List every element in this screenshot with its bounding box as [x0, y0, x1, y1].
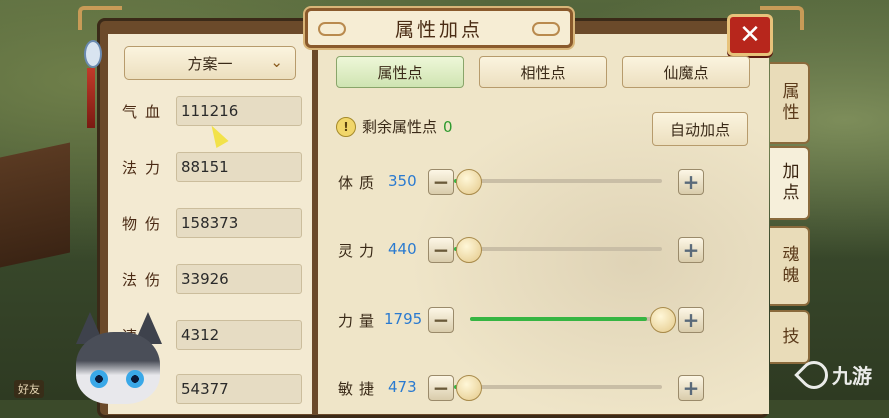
attr-label: 敏捷: [338, 380, 381, 398]
stat-row-physical-damage: 物伤 158373: [122, 208, 302, 238]
pet-avatar[interactable]: [66, 312, 166, 404]
slider-thumb[interactable]: [456, 169, 482, 195]
watermark-icon: [794, 354, 834, 395]
stat-value: 158373: [176, 208, 302, 238]
side-tab-soul[interactable]: 魂魄: [770, 226, 810, 306]
increase-button[interactable]: +: [678, 237, 704, 263]
watermark-text: 九游: [832, 364, 872, 388]
page-title: 属性加点: [394, 18, 483, 41]
attr-value: 440: [388, 240, 417, 258]
attr-row-strength: 力量 1795 − +: [338, 305, 708, 335]
increase-button[interactable]: +: [678, 375, 704, 401]
tab-immortal-points[interactable]: 仙魔点: [622, 56, 750, 88]
remaining-label: 剩余属性点: [362, 118, 438, 136]
tab-label: 仙魔点: [663, 63, 709, 82]
stat-row-magic-damage: 法伤 33926: [122, 264, 302, 294]
background-house: [0, 142, 70, 268]
stat-value: 88151: [176, 152, 302, 182]
attr-label: 力量: [338, 312, 381, 330]
attr-value: 473: [388, 378, 417, 396]
attr-row-agility: 敏捷 473 − +: [338, 373, 708, 403]
slider-thumb[interactable]: [456, 237, 482, 263]
auto-allocate-label: 自动加点: [669, 120, 730, 139]
attr-value: 350: [388, 172, 417, 190]
plan-selected-value: 方案一: [187, 54, 233, 73]
watermark-logo: 九游: [794, 354, 872, 395]
remaining-value: 0: [443, 117, 453, 136]
side-tab-label: 技: [778, 326, 799, 348]
close-button[interactable]: ✕: [727, 14, 773, 56]
slider-track[interactable]: [454, 385, 662, 389]
stat-label: 气血: [122, 102, 169, 121]
side-tab-label: 加点: [778, 162, 799, 204]
side-tab-add-points[interactable]: 加点: [770, 146, 810, 220]
pet-eye: [90, 370, 108, 388]
plan-dropdown[interactable]: 方案一 ⌄: [124, 46, 296, 80]
pet-head: [76, 332, 160, 404]
attr-value: 1795: [384, 310, 423, 328]
stat-label: 法力: [122, 158, 169, 177]
charm-decoration: [84, 40, 102, 130]
slider-track[interactable]: [454, 179, 662, 183]
charm-knot: [84, 40, 102, 68]
tab-label: 相性点: [520, 63, 566, 82]
increase-button[interactable]: +: [678, 169, 704, 195]
decrease-button[interactable]: −: [428, 307, 454, 333]
slider-thumb[interactable]: [456, 375, 482, 401]
auto-allocate-button[interactable]: 自动加点: [652, 112, 748, 146]
warning-icon: !: [336, 116, 356, 137]
slider-track[interactable]: [454, 247, 662, 251]
chevron-down-icon: ⌄: [270, 53, 283, 71]
points-column: [318, 34, 769, 414]
stat-label: 法伤: [122, 270, 169, 289]
increase-button[interactable]: +: [678, 307, 704, 333]
title-ornament-left: [318, 22, 346, 36]
stat-label: 物伤: [122, 214, 169, 233]
stat-row-hp: 气血 111216: [122, 96, 302, 126]
frame-ornament-left: [78, 6, 122, 30]
attr-row-constitution: 体质 350 − +: [338, 167, 708, 197]
slider-thumb[interactable]: [650, 307, 676, 333]
pet-eye: [126, 370, 144, 388]
decrease-button[interactable]: −: [428, 375, 454, 401]
stat-row-mp: 法力 88151: [122, 152, 302, 182]
title-ornament-right: [532, 22, 560, 36]
tab-attribute-points[interactable]: 属性点: [336, 56, 464, 88]
stat-value: 4312: [176, 320, 302, 350]
decrease-button[interactable]: −: [428, 169, 454, 195]
attr-row-spirit: 灵力 440 − +: [338, 235, 708, 265]
stat-value: 111216: [176, 96, 302, 126]
side-tab-label: 魂魄: [778, 245, 799, 287]
tab-affinity-points[interactable]: 相性点: [479, 56, 607, 88]
title-plaque: 属性加点: [305, 8, 573, 48]
side-tab-attributes[interactable]: 属性: [770, 62, 810, 144]
attr-label: 体质: [338, 174, 381, 192]
stat-value: 33926: [176, 264, 302, 294]
attr-label: 灵力: [338, 242, 381, 260]
charm-tassel: [87, 68, 95, 128]
slider-track[interactable]: [470, 317, 662, 321]
remaining-points: ! 剩余属性点 0: [336, 116, 453, 137]
close-icon: ✕: [739, 20, 761, 50]
side-tab-skills[interactable]: 技: [770, 310, 810, 364]
tab-label: 属性点: [377, 63, 423, 82]
slider-fill: [470, 317, 647, 321]
decrease-button[interactable]: −: [428, 237, 454, 263]
friends-button[interactable]: 好友: [14, 380, 44, 398]
side-tab-label: 属性: [778, 82, 799, 124]
